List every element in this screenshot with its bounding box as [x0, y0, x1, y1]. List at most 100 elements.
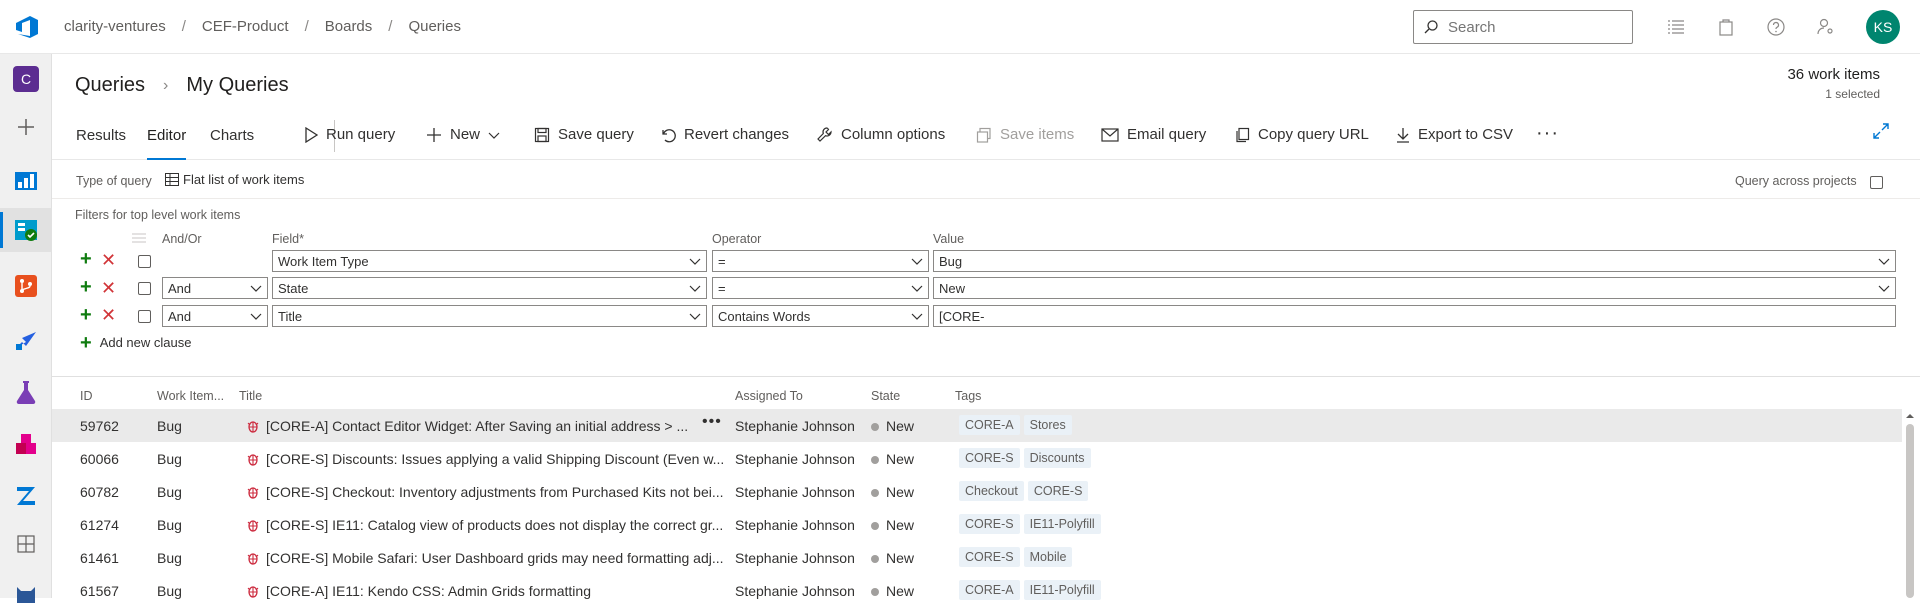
query-across-projects-checkbox[interactable]: [1870, 176, 1883, 189]
grid-nav[interactable]: [0, 522, 52, 566]
row-more-button[interactable]: •••: [702, 413, 722, 431]
insert-clause-button[interactable]: +: [80, 249, 92, 269]
overview-nav[interactable]: [0, 159, 52, 203]
title-column-header[interactable]: Title: [239, 389, 262, 403]
insert-clause-button[interactable]: +: [80, 305, 92, 325]
field-select[interactable]: Work Item Type: [272, 250, 707, 272]
fullscreen-button[interactable]: [1872, 122, 1890, 140]
copy-query-url-button[interactable]: Copy query URL: [1234, 126, 1369, 143]
page-title-root[interactable]: Queries: [75, 74, 145, 97]
avatar[interactable]: KS: [1866, 10, 1900, 44]
delete-clause-button[interactable]: ✕: [101, 306, 116, 324]
field-select[interactable]: Title: [272, 305, 707, 327]
work-items-list-button[interactable]: [1665, 16, 1687, 38]
extension-nav[interactable]: [0, 474, 52, 518]
table-row[interactable]: 61567 Bug [CORE-A] IE11: Kendo CSS: Admi…: [52, 574, 1902, 600]
assigned-column-header[interactable]: Assigned To: [735, 389, 803, 403]
field-select[interactable]: State: [272, 277, 707, 299]
tag: Stores: [1023, 415, 1072, 435]
search-input[interactable]: [1446, 17, 1616, 37]
breadcrumb-project[interactable]: CEF-Product: [202, 18, 289, 35]
help-button[interactable]: [1765, 16, 1787, 38]
repos-nav[interactable]: [0, 264, 52, 308]
marketplace-button[interactable]: [1715, 16, 1737, 38]
artifacts-nav[interactable]: [0, 422, 52, 466]
add-button[interactable]: [0, 105, 52, 149]
type-column-header[interactable]: Work Item...: [157, 389, 224, 403]
query-across-projects-label: Query across projects: [1735, 174, 1857, 188]
operator-select[interactable]: =: [712, 250, 929, 272]
clause-checkbox[interactable]: [138, 255, 151, 268]
type-of-query-dropdown[interactable]: Flat list of work items: [165, 172, 304, 187]
row-tags: CORE-S Mobile: [959, 547, 1076, 567]
more-actions-button[interactable]: ···: [1536, 122, 1559, 145]
id-column-header[interactable]: ID: [80, 389, 93, 403]
breadcrumb-separator: /: [181, 18, 186, 35]
boards-nav[interactable]: [0, 208, 52, 252]
scroll-up-icon[interactable]: [1906, 412, 1914, 420]
tab-charts[interactable]: Charts: [210, 127, 254, 160]
tags-column-header[interactable]: Tags: [955, 389, 981, 403]
table-row[interactable]: 61274 Bug [CORE-S] IE11: Catalog view of…: [52, 508, 1902, 541]
row-title[interactable]: [CORE-S] Checkout: Inventory adjustments…: [266, 484, 728, 500]
azure-devops-logo-icon[interactable]: [14, 14, 40, 40]
row-title[interactable]: [CORE-A] Contact Editor Widget: After Sa…: [266, 418, 696, 434]
row-title[interactable]: [CORE-S] Discounts: Issues applying a va…: [266, 451, 728, 467]
tag: CORE-S: [1027, 481, 1089, 501]
breadcrumb-queries[interactable]: Queries: [408, 18, 461, 35]
operator-select[interactable]: Contains Words: [712, 305, 929, 327]
andor-select[interactable]: And: [162, 305, 268, 327]
user-settings-button[interactable]: [1815, 16, 1837, 38]
type-of-query-label: Type of query: [76, 174, 152, 188]
value-textbox[interactable]: [CORE-: [933, 305, 1896, 327]
left-rail: C: [0, 0, 52, 603]
column-options-label: Column options: [841, 126, 946, 143]
delete-clause-button[interactable]: ✕: [101, 251, 116, 269]
table-row[interactable]: 59762 Bug [CORE-A] Contact Editor Widget…: [52, 409, 1902, 442]
new-button[interactable]: New: [426, 126, 500, 143]
breadcrumb-boards[interactable]: Boards: [325, 18, 373, 35]
email-query-button[interactable]: Email query: [1101, 126, 1206, 143]
save-query-button[interactable]: Save query: [534, 126, 634, 143]
row-title[interactable]: [CORE-A] IE11: Kendo CSS: Admin Grids fo…: [266, 583, 728, 599]
scroll-thumb[interactable]: [1906, 424, 1914, 598]
add-new-clause-button[interactable]: + Add new clause: [80, 333, 191, 353]
grid-scrollbar[interactable]: [1904, 412, 1916, 598]
run-query-button[interactable]: Run query: [304, 126, 395, 143]
test-plans-nav[interactable]: [0, 370, 52, 414]
operator-select[interactable]: =: [712, 277, 929, 299]
revert-changes-button[interactable]: Revert changes: [660, 126, 789, 143]
cat-nav[interactable]: [0, 570, 52, 614]
tag: CORE-S: [959, 547, 1020, 567]
tag: Discounts: [1023, 448, 1091, 468]
value-select[interactable]: New: [933, 277, 1896, 299]
row-assigned: Stephanie Johnson: [735, 418, 855, 434]
save-items-button[interactable]: Save items: [976, 126, 1074, 143]
org-badge-button[interactable]: C: [0, 57, 52, 101]
andor-select[interactable]: And: [162, 277, 268, 299]
insert-clause-button[interactable]: +: [80, 277, 92, 297]
clause-checkbox[interactable]: [138, 282, 151, 295]
table-row[interactable]: 60066 Bug [CORE-S] Discounts: Issues app…: [52, 442, 1902, 475]
table-row[interactable]: 61461 Bug [CORE-S] Mobile Safari: User D…: [52, 541, 1902, 574]
add-icon: [18, 119, 34, 135]
row-title[interactable]: [CORE-S] IE11: Catalog view of products …: [266, 517, 728, 533]
select-all-rows-icon[interactable]: [132, 232, 146, 244]
column-options-button[interactable]: Column options: [817, 126, 945, 143]
tab-editor[interactable]: Editor: [147, 127, 187, 160]
value-select[interactable]: Bug: [933, 250, 1896, 272]
breadcrumb-org[interactable]: clarity-ventures: [64, 18, 166, 35]
tab-results[interactable]: Results: [76, 127, 126, 160]
artifacts-icon: [16, 434, 36, 454]
delete-clause-button[interactable]: ✕: [101, 279, 116, 297]
pipelines-nav[interactable]: [0, 318, 52, 362]
export-csv-button[interactable]: Export to CSV: [1396, 126, 1513, 143]
state-column-header[interactable]: State: [871, 389, 900, 403]
clause-checkbox[interactable]: [138, 310, 151, 323]
row-title[interactable]: [CORE-S] Mobile Safari: User Dashboard g…: [266, 550, 728, 566]
search-box[interactable]: [1413, 10, 1633, 44]
table-row[interactable]: 60782 Bug [CORE-S] Checkout: Inventory a…: [52, 475, 1902, 508]
operator-select-value: =: [718, 253, 726, 269]
chevron-down-icon: [689, 258, 701, 265]
value-select-value: New: [939, 280, 966, 296]
